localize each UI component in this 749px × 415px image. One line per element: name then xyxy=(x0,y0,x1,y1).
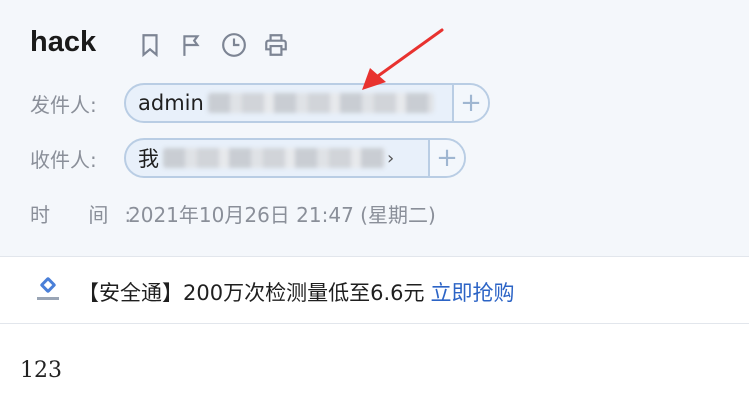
print-icon[interactable] xyxy=(262,30,290,60)
add-sender-contact-button[interactable]: + xyxy=(452,85,488,121)
ad-divider xyxy=(0,323,749,324)
chevron-right-icon: › xyxy=(387,147,395,169)
add-recipient-contact-button[interactable]: + xyxy=(428,140,464,176)
from-label: 发件人: xyxy=(30,92,97,117)
sender-name-text: admin xyxy=(138,91,204,115)
redacted-recipient-address xyxy=(163,148,385,168)
sender-name[interactable]: admin xyxy=(126,85,452,121)
time-row: 时 间: 2021年10月26日 21:47 (星期二) xyxy=(30,199,436,228)
clock-icon[interactable] xyxy=(220,30,248,60)
time-label: 时 间: xyxy=(30,203,148,227)
recipient-chip[interactable]: 我 › + xyxy=(124,138,466,178)
ad-buy-now-link[interactable]: 立即抢购 xyxy=(430,281,514,305)
email-body: 123 xyxy=(20,358,62,383)
sender-chip[interactable]: admin + xyxy=(124,83,490,123)
to-row: 收件人: 我 › + xyxy=(30,138,466,178)
email-toolbar xyxy=(136,30,290,60)
ad-logo-icon xyxy=(34,277,62,303)
bookmark-icon[interactable] xyxy=(136,30,164,60)
redacted-sender-address xyxy=(207,93,434,113)
ad-text: 【安全通】200万次检测量低至6.6元 立即抢购 xyxy=(78,277,514,307)
from-row: 发件人: admin + xyxy=(30,83,490,123)
to-label: 收件人: xyxy=(30,147,97,172)
email-subject: hack xyxy=(30,26,97,58)
time-value: 2021年10月26日 21:47 (星期二) xyxy=(128,203,436,227)
flag-icon[interactable] xyxy=(178,30,206,60)
recipient-name-text: 我 xyxy=(138,147,159,171)
ad-message: 【安全通】200万次检测量低至6.6元 xyxy=(78,281,425,305)
recipient-name[interactable]: 我 › xyxy=(126,140,428,176)
